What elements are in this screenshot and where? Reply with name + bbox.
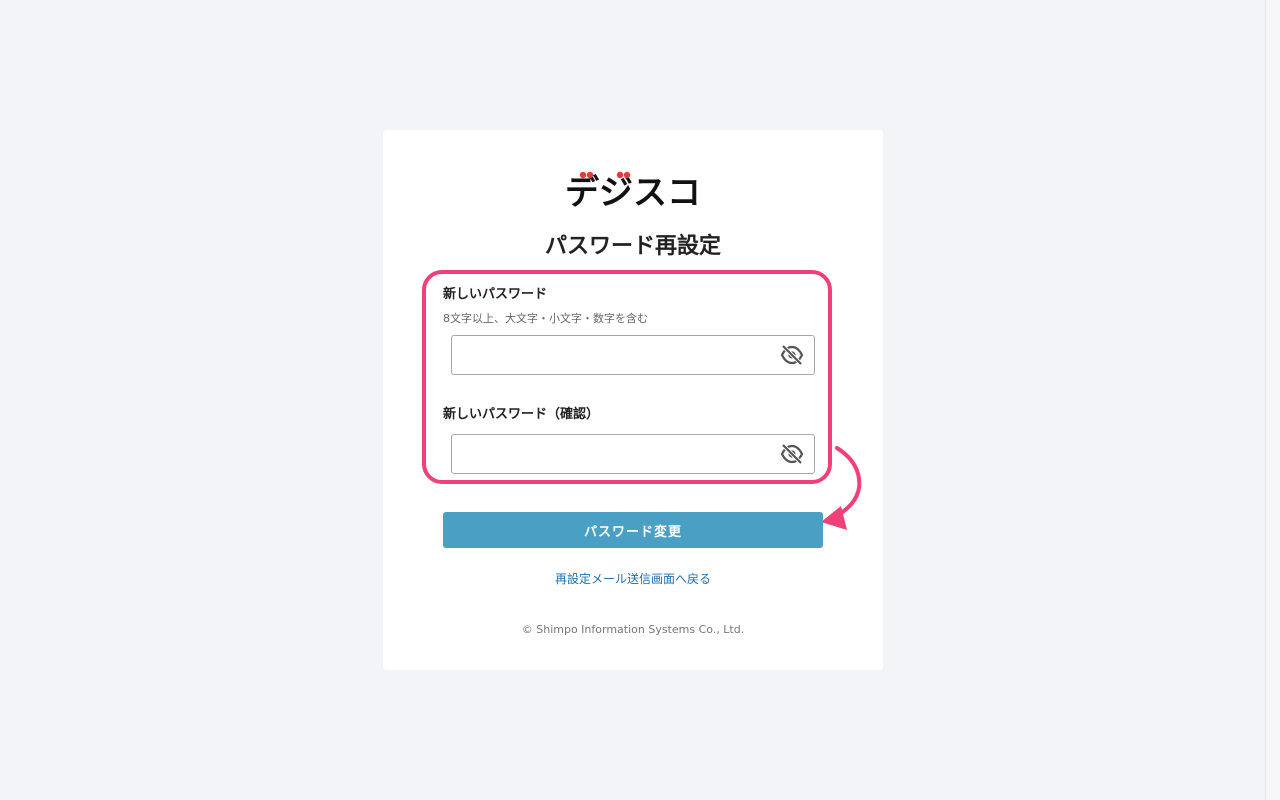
page-title: パスワード再設定 [544,234,721,259]
confirm-password-input[interactable] [452,435,772,473]
new-password-label: 新しいパスワード [443,287,548,302]
eye-slash-icon[interactable] [780,443,804,465]
back-to-reset-email-link[interactable]: 再設定メール送信画面へ戻る [383,570,883,588]
copyright-text: © Shimpo Information Systems Co., Ltd. [521,623,745,636]
confirm-password-label: 新しいパスワード（確認） [443,407,600,422]
new-password-hint: 8文字以上、大文字・小文字・数字を含む [443,312,648,325]
new-password-input[interactable] [452,336,772,374]
digisco-logo: デジスコ [565,171,701,210]
eye-slash-icon[interactable] [780,344,804,366]
logo-text: デジスコ [565,173,701,210]
confirm-password-field[interactable] [451,434,815,474]
change-password-button[interactable]: パスワード変更 [443,512,823,548]
page-scrollbar[interactable] [1265,0,1280,800]
password-reset-card: デジスコ パスワード再設定 新しいパスワード 8文字以上、大文字・小文字・数字を… [383,130,883,670]
new-password-field[interactable] [451,335,815,375]
